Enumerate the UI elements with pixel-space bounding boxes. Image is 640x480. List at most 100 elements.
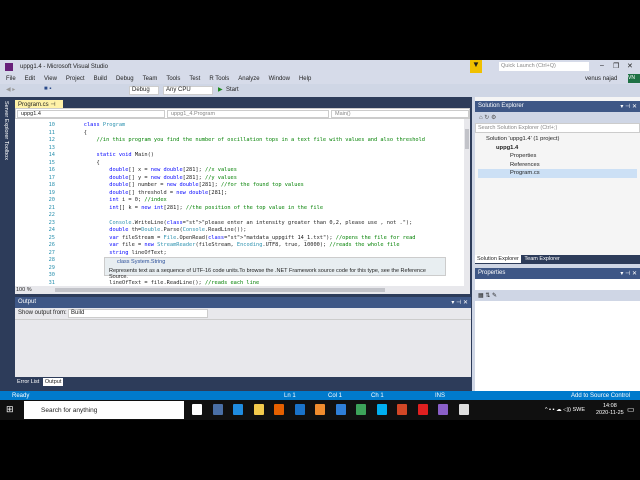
menu-item[interactable]: Edit [25,76,35,82]
code-line[interactable]: int[] k = new int[281]; //the position o… [71,205,323,211]
code-line[interactable]: lineOfText = file.ReadLine(); //reads ea… [71,280,259,286]
code-line[interactable]: { [71,160,100,166]
tree-solution[interactable]: Solution 'uppg1.4' (1 project) [478,135,637,144]
visual-studio-icon[interactable] [438,404,448,415]
member-combo[interactable]: Main() [331,110,469,118]
line-number: 12 [48,137,55,143]
start-button[interactable]: Start [226,87,239,93]
code-line[interactable]: double[] threshold = new double[281]; [71,190,227,196]
panel-controls-icon[interactable]: ▾ ⊣ ✕ [620,103,637,110]
quick-launch-input[interactable]: Quick Launch (Ctrl+Q) [499,62,589,71]
start-icon[interactable]: ▶ [218,86,223,93]
menu-item[interactable]: Window [269,76,290,82]
skype-icon[interactable] [376,404,387,415]
menu-item[interactable]: View [44,76,57,82]
line-number: 18 [48,182,55,188]
save-icon[interactable]: ■ ▪ [44,86,51,92]
platform-dropdown[interactable]: Any CPU [163,86,213,95]
menu-item[interactable]: Analyze [238,76,259,82]
media-icon[interactable] [315,404,325,415]
system-tray: ^ ▪ ▪ ☁ ◁)) SWE [545,407,586,413]
tab-team-explorer[interactable]: Team Explorer [522,256,561,262]
code-line[interactable]: class Program [71,122,125,128]
home-icon[interactable]: ⌂ ↻ ⚙ [479,115,496,121]
properties-object-dropdown[interactable] [475,279,640,290]
explorer-tabs: Solution Explorer Team Explorer [475,255,640,264]
filter-icon[interactable]: ▼ [470,60,482,73]
powerpoint-icon[interactable] [397,404,407,415]
tree-references[interactable]: References [478,161,637,170]
vertical-scrollbar[interactable] [464,119,470,286]
code-line[interactable]: double th=Double.Parse(Console.ReadLine(… [71,227,246,233]
edge-icon[interactable] [233,404,243,415]
mail-icon[interactable] [335,404,346,415]
horizontal-scrollbar[interactable]: 100 % [15,286,470,294]
code-line[interactable]: double[] number = new double[281]; //for… [71,182,304,188]
clock[interactable]: 14:08 2020-11-25 [596,403,624,417]
tree-project[interactable]: uppg1.4 [478,144,637,153]
back-icon[interactable]: ◀ ▸ [6,86,15,93]
tree-properties[interactable]: Properties [478,152,637,161]
code-line[interactable]: var fileStream = File.OpenRead(class="st… [71,235,415,241]
code-line[interactable]: int i = 0; //index [71,197,166,203]
task-view-icon[interactable] [192,404,202,415]
calculator-icon[interactable] [212,404,223,415]
output-source-dropdown[interactable]: Build [68,309,208,318]
code-line[interactable]: Console.WriteLine(class="st">"please ent… [71,220,412,226]
panel-controls-icon[interactable]: ▾ ⊣ ✕ [451,299,468,306]
title-bar: uppg1.4 - Microsoft Visual Studio ▼ Quic… [0,60,640,74]
menu-item[interactable]: File [6,76,16,82]
server-explorer-tab[interactable]: Server Explorer [3,101,9,139]
output-text[interactable] [15,319,471,373]
menu-item[interactable]: Project [66,76,85,82]
show-output-label: Show output from: [18,310,67,316]
user-name[interactable]: venus najad [585,76,617,82]
code-line[interactable]: string lineOfText; [71,250,166,256]
categorized-icon[interactable]: ▦ ⇅ ✎ [478,293,497,299]
menu-item[interactable]: Build [94,76,107,82]
code-line[interactable]: static void Main() [71,152,154,158]
chrome-icon[interactable] [356,404,366,415]
config-dropdown[interactable]: Debug [129,86,159,95]
line-number: 21 [48,204,55,211]
file-explorer-icon[interactable] [253,404,264,415]
solution-explorer-title: Solution Explorer [478,103,524,109]
add-to-source-control-button[interactable]: Add to Source Control [571,393,630,399]
acrobat-icon[interactable] [417,404,428,415]
tab-solution-explorer[interactable]: Solution Explorer [475,255,521,263]
menu-item[interactable]: Help [299,76,311,82]
solution-search-input[interactable]: Search Solution Explorer (Ctrl+;) [475,123,640,133]
window-icon[interactable] [458,404,469,415]
code-line[interactable]: double[] x = new double[281]; //x values [71,167,237,173]
notifications-icon[interactable]: ▭ [627,405,635,414]
code-line[interactable]: { [71,130,87,136]
close-button[interactable]: ✕ [627,62,633,70]
menu-item[interactable]: Debug [116,76,134,82]
avatar[interactable]: VN [628,74,640,83]
panel-controls-icon[interactable]: ▾ ⊣ ✕ [620,270,637,277]
toolbox-tab[interactable]: Toolbox [3,141,9,160]
code-line[interactable]: double[] y = new double[281]; //y values [71,175,237,181]
status-line: Ln 1 [284,393,296,399]
minimize-button[interactable]: – [600,62,604,69]
code-line[interactable]: var file = new StreamReader(fileStream, … [71,242,399,248]
language-indicator[interactable]: SWE [573,407,586,413]
app-icon[interactable] [294,404,305,415]
menu-item[interactable]: R Tools [209,76,229,82]
tab-error-list[interactable]: Error List [15,379,41,385]
code-line[interactable]: //in this program you find the number of… [71,137,425,143]
line-number: 16 [48,167,55,173]
class-combo[interactable]: uppg1_4.Program [167,110,329,118]
menu-item[interactable]: Team [143,76,158,82]
tree-program-cs[interactable]: Program.cs [478,169,637,178]
project-combo[interactable]: uppg1.4 [17,110,165,118]
maximize-button[interactable]: ❐ [613,62,619,70]
firefox-icon[interactable] [274,404,284,415]
taskbar-search-input[interactable]: Search for anything [24,401,184,419]
line-number: 28 [48,257,55,263]
menu-item[interactable]: Test [189,76,200,82]
start-windows-icon[interactable]: ⊞ [6,404,14,415]
menu-item[interactable]: Tools [166,76,180,82]
tab-output[interactable]: Output [42,378,64,386]
zoom-level[interactable]: 100 % [16,287,32,293]
